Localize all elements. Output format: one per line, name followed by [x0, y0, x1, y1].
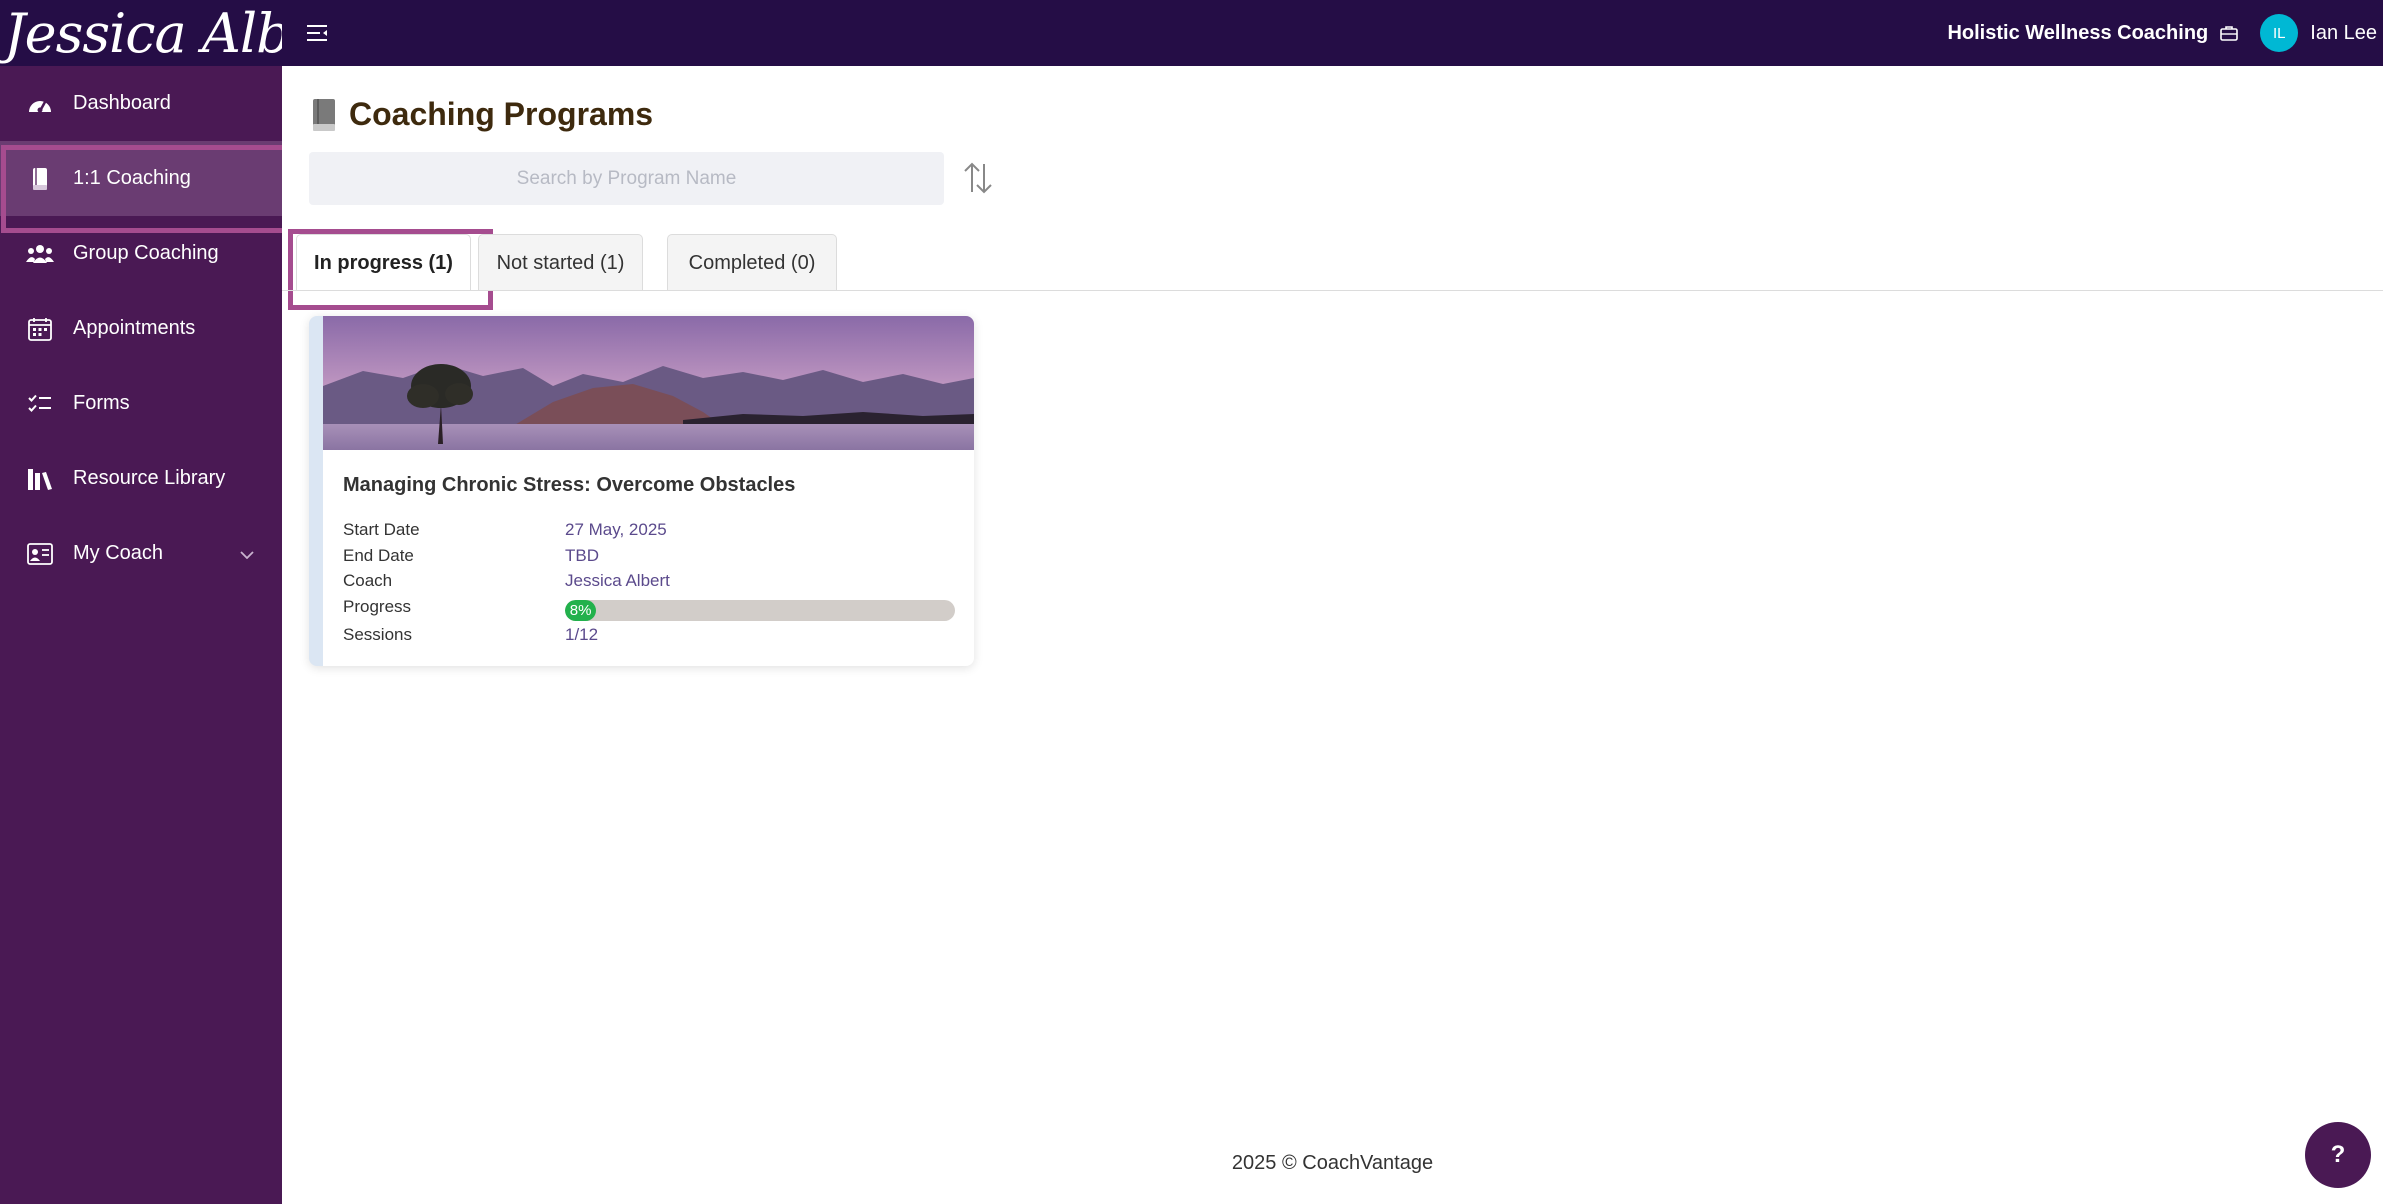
field-start-date: Start Date 27 May, 2025	[343, 520, 667, 540]
sidebar-item-label: Appointments	[73, 317, 196, 339]
program-cover-image	[323, 316, 974, 450]
field-sessions: Sessions 1/12	[343, 625, 598, 645]
program-card[interactable]: Managing Chronic Stress: Overcome Obstac…	[309, 316, 974, 666]
menu-toggle-icon[interactable]	[300, 16, 334, 50]
sidebar: Dashboard 1:1 Coaching Group Coaching Ap…	[0, 66, 287, 1204]
field-label: Coach	[343, 571, 393, 590]
sidebar-item-my-coach[interactable]: My Coach	[0, 516, 282, 591]
field-end-date: End Date TBD	[343, 546, 599, 566]
organization-name[interactable]: Holistic Wellness Coaching	[1947, 22, 2208, 45]
top-bar: Jessica Albert Holistic Wellness Coachin…	[0, 0, 2383, 66]
calendar-icon	[25, 314, 55, 344]
main-content: Coaching Programs In progress (1) Not st…	[282, 66, 2383, 1204]
field-value: 1/12	[565, 625, 599, 644]
group-icon	[25, 239, 55, 269]
field-label: End Date	[343, 546, 414, 565]
sidebar-item-label: My Coach	[73, 542, 164, 564]
tab-completed[interactable]: Completed (0)	[667, 234, 837, 291]
field-label: Start Date	[343, 520, 420, 539]
gauge-icon	[25, 89, 55, 119]
tab-not-started[interactable]: Not started (1)	[478, 234, 643, 291]
page-title-text: Coaching Programs	[349, 96, 654, 132]
avatar[interactable]: IL	[2260, 14, 2299, 52]
tab-in-progress[interactable]: In progress (1)	[288, 229, 493, 310]
field-value: TBD	[565, 546, 599, 565]
sidebar-item-label: Group Coaching	[73, 242, 219, 264]
sidebar-item-forms[interactable]: Forms	[0, 366, 282, 441]
help-button[interactable]: ?	[2305, 1122, 2371, 1188]
sidebar-item-label: Dashboard	[73, 92, 171, 114]
field-coach: Coach Jessica Albert	[343, 571, 670, 591]
sidebar-item-dashboard[interactable]: Dashboard	[0, 66, 282, 141]
topbar-right: Holistic Wellness Coaching IL Ian Lee	[1947, 14, 2383, 52]
field-label: Sessions	[343, 625, 412, 644]
field-label: Progress	[343, 597, 412, 616]
book-icon	[25, 164, 55, 194]
footer: 2025 © CoachVantage	[1231, 1152, 1434, 1174]
page-title: Coaching Programs	[311, 96, 653, 133]
chevron-down-icon[interactable]	[240, 542, 254, 565]
field-progress: Progress	[343, 597, 565, 617]
book-icon	[311, 98, 339, 132]
sidebar-item-label: Resource Library	[73, 467, 226, 489]
checklist-icon	[25, 389, 55, 419]
sidebar-item-label: 1:1 Coaching	[73, 167, 191, 189]
sidebar-item-label: Forms	[73, 392, 130, 414]
sort-icon[interactable]	[958, 158, 998, 198]
field-value[interactable]: Jessica Albert	[565, 571, 670, 591]
tab-label: Not started (1)	[496, 251, 625, 274]
field-value: 27 May, 2025	[565, 520, 667, 539]
coach-icon	[25, 539, 55, 569]
sidebar-item-resource-library[interactable]: Resource Library	[0, 441, 282, 516]
progress-bar: 8%	[565, 600, 955, 621]
sidebar-item-group-coaching[interactable]: Group Coaching	[0, 216, 282, 291]
sidebar-item-1-1-coaching[interactable]: 1:1 Coaching	[0, 141, 287, 233]
tabs-divider	[282, 290, 2383, 291]
tab-label: Completed (0)	[688, 251, 816, 274]
progress-fill: 8%	[565, 600, 597, 621]
search-input[interactable]	[309, 152, 944, 205]
program-title[interactable]: Managing Chronic Stress: Overcome Obstac…	[343, 474, 795, 497]
library-icon	[25, 464, 55, 494]
user-name[interactable]: Ian Lee	[2310, 22, 2377, 45]
tab-label: In progress (1)	[314, 251, 453, 274]
sidebar-item-appointments[interactable]: Appointments	[0, 291, 282, 366]
brand-logo[interactable]: Jessica Albert	[0, 0, 282, 66]
briefcase-icon[interactable]	[2220, 22, 2242, 44]
